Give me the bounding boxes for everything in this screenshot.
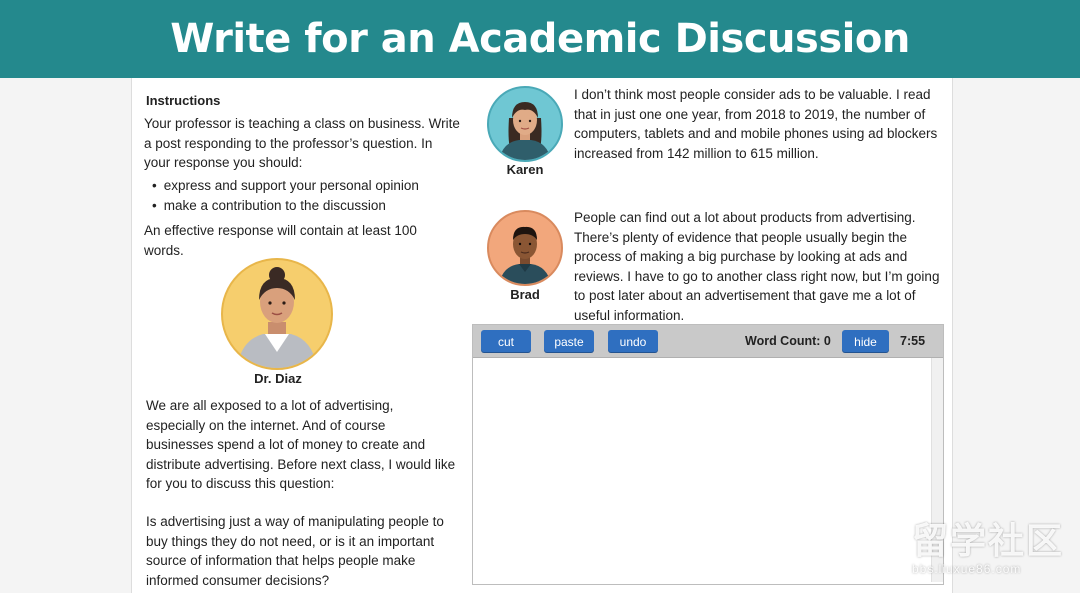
watermark-text: 留学社区 [912,521,1065,562]
professor-name: Dr. Diaz [254,371,302,386]
word-count: Word Count: 0 [745,334,831,348]
professor-avatar [221,258,333,370]
timer: 7:55 [900,334,926,348]
brad-avatar [487,210,563,286]
woman-avatar-icon [499,102,551,160]
brad-name: Brad [510,287,540,302]
instructions-bullets: express and support your personal opinio… [152,176,419,215]
watermark-logo: 留学社区 bbs.liuxue86.com [912,522,1072,584]
question-panel: Instructions Your professor is teaching … [131,78,953,593]
effective-response-note: An effective response will contain at le… [144,223,417,258]
response-textarea[interactable] [473,358,931,582]
brad-post: People can find out a lot about products… [574,210,940,323]
karen-name: Karen [506,162,544,177]
cut-button[interactable]: cut [481,330,531,353]
response-editor: cut paste undo Word Count: 0 hide 7:55 [472,324,944,585]
karen-avatar [487,86,563,162]
watermark-url: bbs.liuxue86.com [912,562,1022,576]
editor-toolbar: cut paste undo Word Count: 0 hide 7:55 [473,325,943,358]
bullet-item: make a contribution to the discussion [152,196,419,216]
professor-post: We are all exposed to a lot of advertisi… [146,398,456,491]
instructions-heading: Instructions [146,93,221,108]
title-banner: Write for an Academic Discussion [0,0,1080,78]
undo-button[interactable]: undo [608,330,658,353]
page-title: Write for an Academic Discussion [170,16,910,62]
karen-post: I don’t think most people consider ads t… [574,87,938,161]
bullet-item: express and support your personal opinio… [152,176,419,196]
man-avatar-icon [499,226,551,284]
woman-avatar-icon [237,267,317,368]
professor-question: Is advertising just a way of manipulatin… [146,514,444,588]
hide-button[interactable]: hide [842,330,889,353]
paste-button[interactable]: paste [544,330,594,353]
instructions-text: Your professor is teaching a class on bu… [144,116,460,170]
